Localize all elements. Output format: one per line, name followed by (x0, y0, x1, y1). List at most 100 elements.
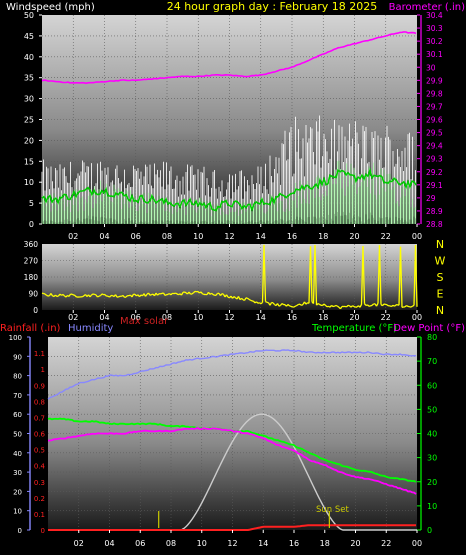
temp-xtick-label: 00 (412, 539, 422, 548)
wind-direction-segment (73, 294, 76, 297)
rain-ytick-label: 1.1 (34, 350, 45, 358)
wind-direction-segment (175, 292, 178, 295)
wind-xtick-label: 10 (193, 232, 203, 241)
rain-ytick-label: 0.4 (34, 463, 46, 471)
humidity-ytick-label: 20 (13, 488, 22, 496)
wind-direction-segment (293, 305, 296, 308)
wind-direction-segment (412, 304, 415, 307)
weather-chart-canvas: 0510152025303540455028.828.92929.129.229… (0, 0, 465, 548)
wind-direction-segment (334, 304, 337, 307)
compass-label: N (436, 238, 444, 251)
temp-xtick-label: 02 (74, 539, 84, 548)
temp-xtick-label: 14 (258, 539, 268, 548)
wind-xtick-label: 22 (381, 232, 391, 241)
temp-ytick-label: 20 (427, 478, 437, 487)
wind-xtick-label: 18 (318, 232, 328, 241)
wind-xtick-label: 16 (287, 232, 297, 241)
wind-ytick-label: 35 (24, 74, 34, 83)
baro-ytick-label: 29.6 (426, 116, 443, 125)
windspeed-axis-title: Windspeed (mph) (6, 2, 95, 13)
baro-ytick-label: 29.5 (426, 129, 443, 138)
baro-ytick-label: 30.3 (426, 24, 443, 33)
humidity-ytick-label: 90 (13, 353, 22, 361)
dir-xtick-label: 16 (287, 313, 297, 322)
wind-xtick-label: 14 (256, 232, 266, 241)
temp-xtick-label: 08 (166, 539, 176, 548)
baro-ytick-label: 29.8 (426, 89, 443, 98)
temp-xtick-label: 12 (227, 539, 237, 548)
wind-ytick-label: 5 (29, 199, 34, 208)
temp-xtick-label: 04 (104, 539, 114, 548)
wind-direction-segment (91, 293, 94, 296)
dir-xtick-label: 12 (224, 313, 234, 322)
wind-direction-segment (247, 297, 250, 300)
rain-ytick-label: 0.8 (34, 398, 45, 406)
temp-ytick-label: 70 (427, 357, 437, 366)
dir-ytick-label: 90 (28, 290, 38, 299)
barometer-axis-title: Barometer (.in) (389, 2, 465, 13)
rainfall-axis-title: Rainfall (.in) (0, 323, 61, 334)
wind-direction-segment (56, 295, 59, 298)
rain-ytick-label: 0.7 (34, 414, 45, 422)
temp-xtick-label: 22 (381, 539, 391, 548)
temp-ytick-label: 50 (427, 405, 437, 414)
wind-direction-segment (295, 304, 298, 307)
rain-ytick-label: 0.3 (34, 479, 45, 487)
wind-direction-segment (331, 304, 334, 308)
temp-xtick-label: 20 (350, 539, 360, 548)
dir-xtick-label: 14 (256, 313, 266, 322)
baro-ytick-label: 29 (426, 194, 436, 203)
wind-ytick-label: 20 (24, 136, 34, 145)
wind-direction-segment (98, 295, 101, 297)
wind-direction-segment (221, 293, 224, 295)
humidity-ytick-label: 50 (13, 431, 22, 439)
temperature-axis-title: Temperature (°F) (311, 323, 397, 334)
wind-direction-segment (184, 291, 187, 294)
wind-direction-segment (160, 292, 163, 295)
compass-label: N (436, 304, 444, 317)
wind-direction-segment (410, 305, 413, 308)
rain-ytick-label: 0.9 (34, 382, 45, 390)
rain-ytick-label: 1 (41, 366, 45, 374)
dir-xtick-label: 04 (99, 313, 109, 322)
rain-ytick-label: 0 (41, 527, 45, 535)
wind-direction-segment (278, 304, 281, 307)
max-solar-title: Max solar (120, 316, 169, 327)
chart-title: 24 hour graph day : February 18 2025 (167, 0, 378, 13)
wind-ytick-label: 40 (24, 53, 34, 62)
baro-ytick-label: 29.4 (426, 142, 443, 151)
rain-ytick-label: 0.1 (34, 511, 45, 519)
wind-direction-segment (46, 294, 49, 297)
wind-direction-segment (164, 294, 167, 297)
temp-xtick-label: 16 (289, 539, 299, 548)
baro-ytick-label: 30.2 (426, 37, 443, 46)
wind-direction-segment (149, 294, 152, 296)
wind-ytick-label: 45 (24, 32, 34, 41)
wind-direction-segment (245, 297, 248, 299)
humidity-ytick-label: 0 (18, 527, 22, 535)
temp-ytick-label: 40 (427, 430, 437, 439)
wind-direction-segment (265, 301, 268, 303)
humidity-ytick-label: 10 (13, 508, 22, 516)
wind-ytick-label: 10 (24, 178, 34, 187)
wind-direction-segment (118, 295, 121, 298)
wind-direction-segment (82, 295, 85, 298)
baro-ytick-label: 30 (426, 63, 436, 72)
humidity-axis-title: Humidity (68, 323, 113, 334)
wind-direction-segment (290, 305, 293, 308)
wind-direction-segment (47, 294, 50, 297)
dir-xtick-label: 20 (349, 313, 359, 322)
wind-direction-segment (319, 303, 322, 306)
wind-direction-segment (352, 305, 355, 308)
baro-ytick-label: 28.9 (426, 207, 443, 216)
temp-ytick-label: 80 (427, 333, 437, 342)
wind-direction-segment (317, 302, 320, 306)
humidity-ytick-label: 40 (13, 450, 22, 458)
wind-direction-segment (386, 304, 389, 307)
dir-xtick-label: 00 (412, 313, 422, 322)
temp-xtick-label: 10 (197, 539, 207, 548)
rain-ytick-label: 0.2 (34, 495, 45, 503)
wind-xtick-label: 20 (349, 232, 359, 241)
wind-xtick-label: 00 (412, 232, 422, 241)
baro-ytick-label: 29.1 (426, 181, 443, 190)
